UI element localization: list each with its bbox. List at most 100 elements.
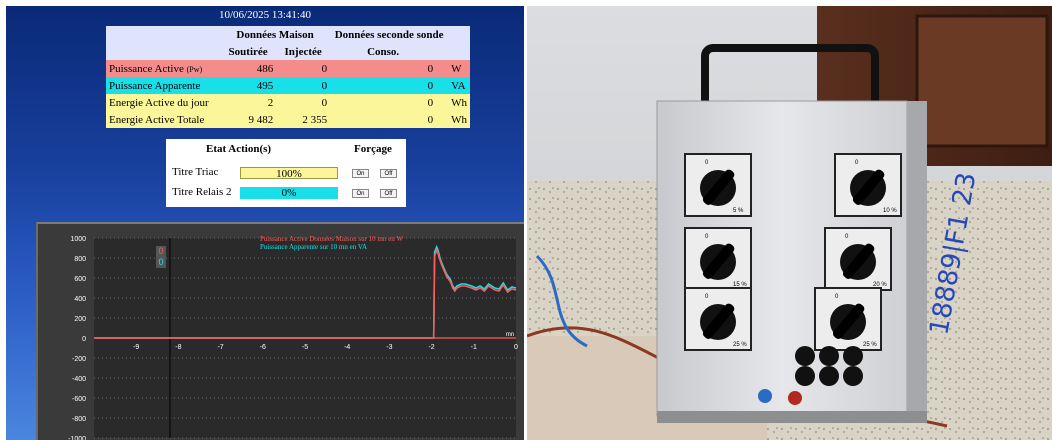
rotary-switch: 05 % — [684, 153, 752, 217]
header-injectee: Injectée — [276, 43, 331, 60]
x-tick-label: -5 — [302, 344, 308, 351]
triac-progress-bar: 100% — [240, 167, 338, 180]
left-dashboard: 10/06/2025 13:41:40 Données Maison Donné… — [6, 6, 524, 440]
relais-off-button[interactable]: Off — [380, 189, 397, 198]
rotary-switch: 020 % — [824, 227, 892, 291]
connector — [843, 346, 863, 366]
switch-percent-label: 25 % — [863, 342, 877, 348]
socket-red — [788, 391, 802, 405]
header-empty-3 — [106, 43, 220, 60]
connector — [819, 346, 839, 366]
action-panel-title: Etat Action(s) — [206, 143, 272, 155]
x-tick-label: -3 — [386, 344, 392, 351]
device-photo: 05 % 0 10 % 0 15 % 0 20 % 0 25 % 0 25 % 18889|F1 2… — [527, 6, 1052, 440]
power-data-table: Données Maison Données seconde sonde Sou… — [106, 26, 470, 128]
cell-gap — [436, 94, 449, 111]
box-base — [657, 411, 927, 423]
cell-gap — [436, 111, 449, 128]
table-header-row-1: Données Maison Données seconde sonde — [106, 26, 470, 43]
y-tick-label: 400 — [74, 296, 86, 303]
header-donnees-seconde-sonde: Données seconde sonde — [330, 26, 449, 43]
x-tick-label: -9 — [133, 344, 139, 351]
y-tick-label: -200 — [72, 356, 86, 363]
header-conso: Conso. — [330, 43, 437, 60]
cell-conso: 0 — [330, 94, 437, 111]
rotary-switch: 010 % — [834, 153, 902, 217]
connector — [819, 366, 839, 386]
y-tick-label: -800 — [72, 416, 86, 423]
table-row-energie-totale: Energie Active Totale 9 482 2 355 0 Wh — [106, 111, 470, 128]
cell-unit: W — [448, 60, 470, 77]
cell-soutiree: 486 — [220, 60, 277, 77]
y-tick-label: -1000 — [68, 436, 86, 440]
power-chart-svg: 10008006004002000-200-400-600-800-1000-9… — [68, 235, 518, 440]
switch-percent-label: 10 % — [883, 208, 897, 214]
cell-conso: 0 — [330, 60, 437, 77]
cursor-value-active: 0 — [158, 246, 163, 256]
x-unit-label: mn — [506, 332, 514, 338]
y-tick-label: 600 — [74, 276, 86, 283]
relais-progress-bar: 0% — [240, 187, 338, 199]
x-tick-label: -6 — [260, 344, 266, 351]
table-row-puissance-active: Puissance Active (Pw) 486 0 0 W — [106, 60, 470, 77]
table-row-puissance-apparente: Puissance Apparente 495 0 0 VA — [106, 77, 470, 94]
cell-conso: 0 — [330, 77, 437, 94]
x-tick-label: 0 — [514, 344, 518, 351]
cell-injectee: 2 355 — [276, 111, 331, 128]
cursor-value-apparent: 0 — [158, 257, 163, 267]
cell-unit: Wh — [448, 111, 470, 128]
triac-label: Titre Triac — [172, 166, 219, 178]
triac-value: 100% — [276, 168, 302, 180]
header-empty — [106, 26, 220, 43]
device-photo-svg: 05 %010 %015 %020 %025 %025 % 18889|F1 2… — [527, 6, 1052, 440]
y-tick-label: 800 — [74, 256, 86, 263]
triac-off-button[interactable]: Off — [380, 169, 397, 178]
y-tick-label: 1000 — [70, 236, 86, 243]
y-tick-label: -400 — [72, 376, 86, 383]
rotary-switch: 025 % — [814, 287, 882, 351]
relais-value: 0% — [281, 187, 297, 199]
cell-conso: 0 — [330, 111, 437, 128]
header-empty-4 — [436, 43, 449, 60]
legend-entry: Puissance Active Données Maison sur 10 m… — [260, 235, 403, 243]
connector — [795, 346, 815, 366]
relais-label: Titre Relais 2 — [172, 186, 232, 198]
power-chart: 1000 800 600 400 200 0 -200 -400 -600 -800 -1000 -9… — [36, 222, 524, 440]
header-donnees-maison: Données Maison — [220, 26, 331, 43]
row-label: Puissance Apparente — [106, 77, 220, 94]
x-tick-label: -8 — [175, 344, 181, 351]
cell-soutiree: 9 482 — [220, 111, 277, 128]
action-panel: Etat Action(s) Forçage Titre Triac 100% … — [166, 139, 406, 207]
timestamp: 10/06/2025 13:41:40 — [219, 9, 311, 21]
y-tick-label: -600 — [72, 396, 86, 403]
cell-gap — [436, 77, 449, 94]
header-soutiree: Soutirée — [220, 43, 277, 60]
forcage-title: Forçage — [354, 143, 392, 155]
legend-entry: Puissance Apparente sur 10 mn en VA — [260, 243, 367, 251]
socket-blue — [758, 389, 772, 403]
rotary-switch: 025 % — [684, 287, 752, 351]
cell-injectee: 0 — [276, 60, 331, 77]
y-tick-label: 0 — [82, 336, 86, 343]
row-label-unit: (Pw) — [186, 64, 203, 74]
x-tick-label: -4 — [344, 344, 350, 351]
cell-soutiree: 2 — [220, 94, 277, 111]
table-header-row-2: Soutirée Injectée Conso. — [106, 43, 470, 60]
row-label: Energie Active du jour — [106, 94, 220, 111]
header-empty-5 — [448, 43, 470, 60]
table-row-energie-jour: Energie Active du jour 2 0 0 Wh — [106, 94, 470, 111]
cell-soutiree: 495 — [220, 77, 277, 94]
box-side — [907, 101, 927, 411]
triac-on-button[interactable]: On — [352, 169, 369, 178]
x-tick-label: -2 — [428, 344, 434, 351]
door-panel — [915, 14, 1049, 148]
cell-injectee: 0 — [276, 94, 331, 111]
y-tick-label: 200 — [74, 316, 86, 323]
relais-on-button[interactable]: On — [352, 189, 369, 198]
switch-percent-label: 5 % — [733, 208, 744, 214]
switch-percent-label: 25 % — [733, 342, 747, 348]
rotary-switch: 015 % — [684, 227, 752, 291]
row-label: Energie Active Totale — [106, 111, 220, 128]
cell-unit: VA — [448, 77, 470, 94]
header-empty-2 — [448, 26, 470, 43]
